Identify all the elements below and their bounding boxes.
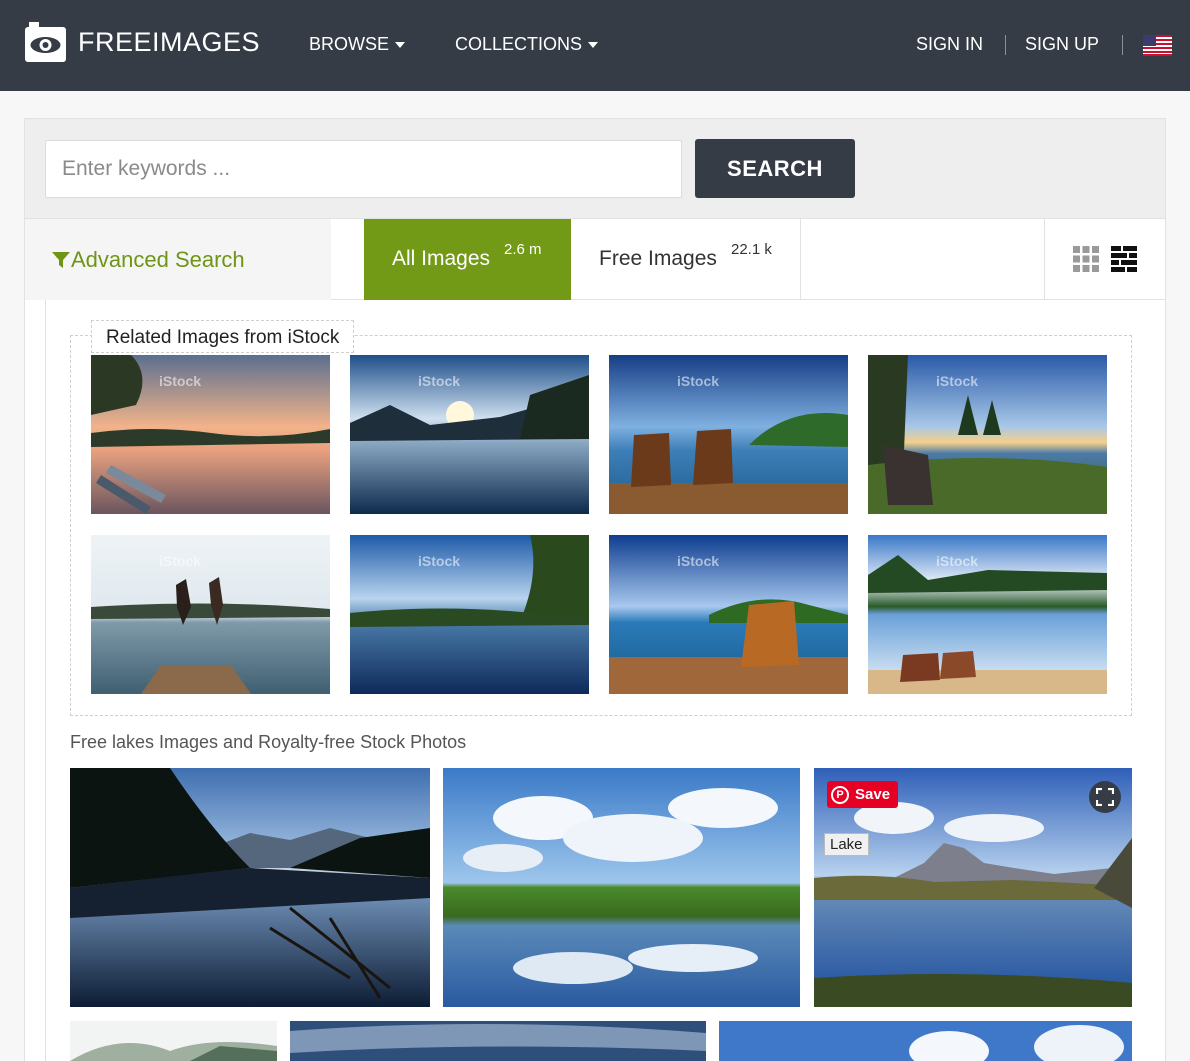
logo-text: FREEIMAGES (78, 26, 261, 57)
tab-all-images-count: 2.6 m (504, 241, 542, 258)
sign-up-label: SIGN UP (1025, 34, 1100, 54)
chevron-down-icon (588, 41, 599, 48)
advanced-search-label: Advanced Search (71, 246, 245, 272)
related-thumb[interactable]: iStock (350, 355, 589, 514)
istock-watermark: iStock (418, 553, 461, 569)
result-photo[interactable] (290, 1021, 706, 1061)
content-divider (45, 300, 46, 1061)
tab-free-images[interactable]: Free Images 22.1 k (571, 219, 801, 300)
masonry-view-icon[interactable] (1111, 246, 1137, 272)
result-photo[interactable] (70, 1021, 277, 1061)
tab-free-images-count: 22.1 k (731, 241, 772, 258)
site-logo[interactable]: FREEIMAGES (24, 20, 260, 64)
related-istock-title: Related Images from iStock (91, 320, 355, 353)
grid-view-icon[interactable] (1073, 246, 1099, 272)
nav-browse[interactable]: BROWSE (309, 34, 406, 55)
search-bar-area: SEARCH (25, 119, 1165, 219)
result-photo[interactable] (719, 1021, 1132, 1061)
view-mode-toggles (1044, 219, 1165, 300)
nav-collections[interactable]: COLLECTIONS (455, 34, 599, 55)
related-thumb[interactable]: iStock (868, 355, 1107, 514)
tab-free-images-label: Free Images (599, 247, 717, 270)
pinterest-save-button[interactable]: P Save (827, 781, 899, 808)
sign-up-link[interactable]: SIGN UP (1025, 34, 1099, 55)
top-navbar: FREEIMAGES BROWSE COLLECTIONS SIGN IN SI… (0, 0, 1190, 91)
istock-watermark: iStock (418, 373, 461, 389)
tab-all-images[interactable]: All Images 2.6 m (364, 219, 571, 300)
us-flag-icon[interactable] (1143, 35, 1172, 56)
sign-in-link[interactable]: SIGN IN (916, 34, 983, 55)
nav-collections-label: COLLECTIONS (455, 34, 583, 54)
search-panel: SEARCH Advanced Search All Images 2.6 m … (24, 118, 1166, 1061)
istock-watermark: iStock (677, 373, 720, 389)
results-section-title: Free lakes Images and Royalty-free Stock… (70, 732, 467, 752)
result-photo[interactable]: P Save Lake (814, 768, 1132, 1007)
pinterest-icon: P (831, 785, 849, 804)
tab-all-images-label: All Images (392, 247, 491, 270)
filter-bar: Advanced Search All Images 2.6 m Free Im… (25, 219, 1165, 300)
pinterest-save-label: Save (855, 786, 891, 803)
chevron-down-icon (395, 41, 406, 48)
related-thumb[interactable]: iStock (609, 535, 848, 694)
nav-divider (1005, 35, 1006, 55)
search-button[interactable]: SEARCH (695, 139, 855, 198)
istock-watermark: iStock (159, 553, 202, 569)
related-thumb[interactable]: iStock (609, 355, 848, 514)
related-thumb[interactable]: iStock (91, 355, 330, 514)
nav-divider (1122, 35, 1123, 55)
nav-browse-label: BROWSE (309, 34, 390, 54)
expand-button[interactable] (1089, 781, 1121, 813)
related-thumb[interactable]: iStock (91, 535, 330, 694)
search-input[interactable] (45, 140, 682, 198)
camera-eye-icon (24, 21, 67, 64)
result-photo[interactable] (443, 768, 800, 1007)
advanced-search-toggle[interactable]: Advanced Search (25, 219, 331, 300)
istock-watermark: iStock (936, 373, 979, 389)
funnel-icon (52, 251, 70, 268)
istock-watermark: iStock (936, 553, 979, 569)
related-thumb[interactable]: iStock (868, 535, 1107, 694)
sign-in-label: SIGN IN (916, 34, 984, 54)
istock-watermark: iStock (677, 553, 720, 569)
related-thumb[interactable]: iStock (350, 535, 589, 694)
istock-watermark: iStock (159, 373, 202, 389)
result-photo[interactable] (70, 768, 430, 1007)
photo-tag: Lake (824, 833, 869, 856)
expand-icon (1096, 788, 1114, 806)
